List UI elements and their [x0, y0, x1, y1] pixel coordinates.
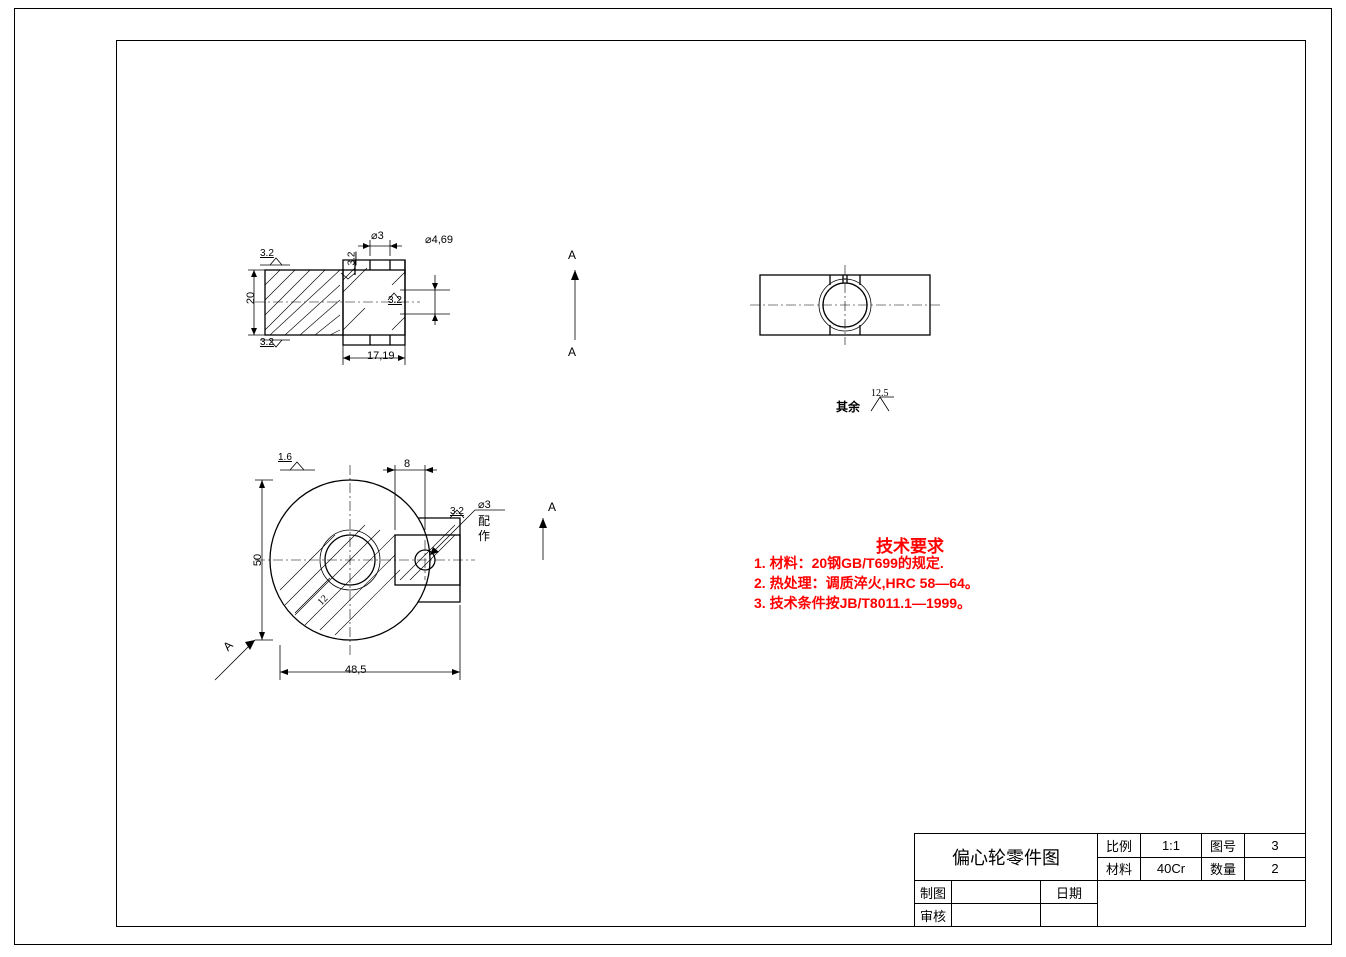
tb-mat-l: 材料 [1098, 857, 1141, 881]
section-marker-top [560, 250, 600, 360]
tb-date-l: 日期 [1041, 881, 1098, 904]
tb-title: 偏心轮零件图 [952, 848, 1060, 868]
sf-32b: 3.2 [260, 337, 274, 348]
section-arrow-right [533, 510, 563, 570]
top-view [240, 230, 540, 390]
sf-32a: 3.2 [260, 248, 274, 259]
tb-scale-v: 1:1 [1141, 834, 1202, 858]
tech-l1: 1. 材料：20钢GB/T699的规定. [754, 553, 944, 573]
tb-mat-v: 40Cr [1141, 857, 1202, 881]
dim-50: 50 [252, 554, 264, 566]
dim-20: 20 [245, 292, 257, 304]
sf-32d: 3.2 [388, 295, 402, 306]
dim-1719: 17,19 [367, 350, 395, 362]
section-a-top: A [568, 248, 576, 262]
tb-dwgno-v: 3 [1245, 834, 1306, 858]
sf-32e: 3.2 [450, 506, 464, 517]
title-block: 偏心轮零件图 比例 1:1 图号 3 材料 40Cr 数量 2 制图 日期 审核 [914, 833, 1306, 927]
tb-dwgno-l: 图号 [1202, 834, 1245, 858]
tb-scale-l: 比例 [1098, 834, 1141, 858]
tech-l2: 2. 热处理：调质淬火,HRC 58—64。 [754, 573, 979, 593]
sf-16: 1.6 [278, 452, 292, 463]
dim-d3b: ⌀3 [478, 498, 491, 511]
dim-8: 8 [404, 458, 410, 470]
front-view [225, 440, 545, 710]
tb-qty-v: 2 [1245, 857, 1306, 881]
default-sf-val: 12.5 [871, 388, 889, 399]
dim-d469: ⌀4,69 [425, 233, 453, 246]
tb-qty-l: 数量 [1202, 857, 1245, 881]
view-arrow-a2: A [548, 500, 556, 514]
default-sf-label: 其余 [836, 398, 860, 415]
dim-d3: ⌀3 [371, 229, 384, 242]
tb-drawn-l: 制图 [915, 881, 952, 904]
fit2: 作 [478, 527, 490, 544]
tb-check-l: 审核 [915, 904, 952, 927]
tech-l3: 3. 技术条件按JB/T8011.1—1999。 [754, 593, 971, 613]
sf-32c: 3.2 [346, 252, 357, 266]
dim-485: 48,5 [345, 664, 366, 676]
section-a-bot: A [568, 345, 576, 359]
side-view [750, 260, 950, 360]
